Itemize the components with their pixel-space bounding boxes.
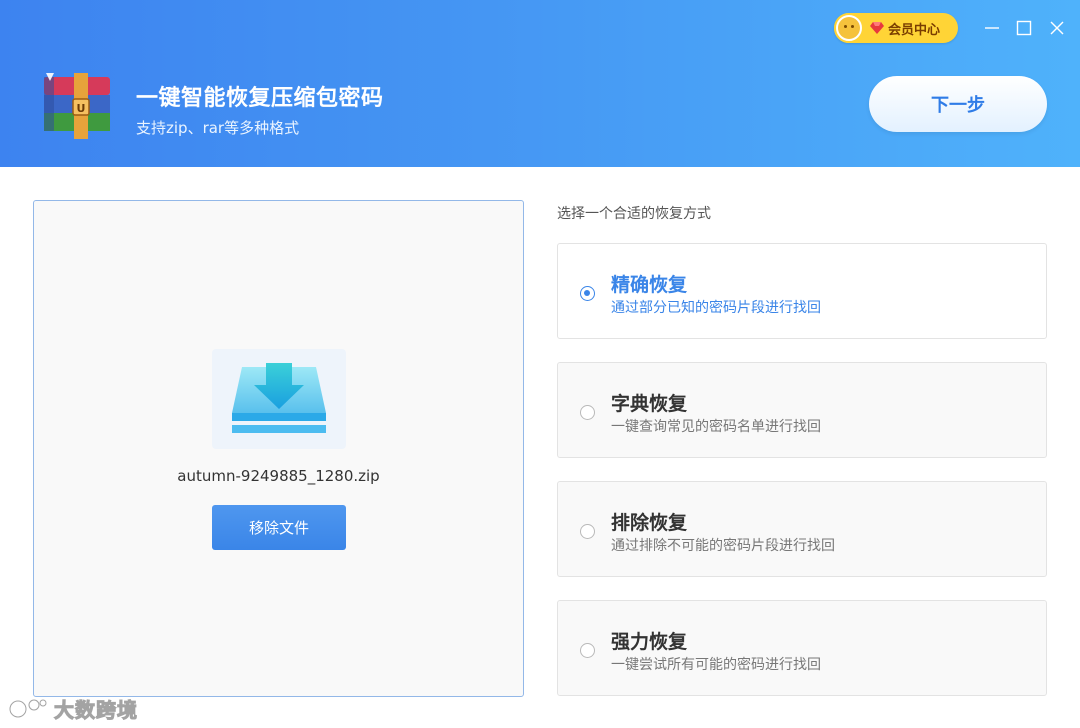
close-icon [1050,21,1064,35]
close-button[interactable] [1043,14,1071,42]
options-title: 选择一个合适的恢复方式 [557,206,711,222]
minimize-icon [985,27,999,29]
svg-text:U: U [77,102,86,115]
option-title: 排除恢复 [611,512,688,534]
gem-icon [870,22,884,34]
vip-center-button[interactable]: 会员中心 [834,13,958,43]
option-description: 通过排除不可能的密码片段进行找回 [611,538,835,554]
winrar-logo-icon: U [44,73,110,139]
upload-tray-icon [212,349,346,449]
watermark: 大数跨境 [8,694,138,723]
option-description: 一键尝试所有可能的密码进行找回 [611,657,821,673]
app-subtitle: 支持zip、rar等多种格式 [136,119,300,137]
option-precise-recovery[interactable]: 精确恢复 通过部分已知的密码片段进行找回 [557,243,1047,339]
minimize-button[interactable] [978,14,1006,42]
avatar-icon [834,13,864,43]
radio-icon[interactable] [580,524,595,539]
option-description: 一键查询常见的密码名单进行找回 [611,419,821,435]
option-description: 通过部分已知的密码片段进行找回 [611,300,821,316]
option-exclusion-recovery[interactable]: 排除恢复 通过排除不可能的密码片段进行找回 [557,481,1047,577]
app-header: U 一键智能恢复压缩包密码 支持zip、rar等多种格式 会员中心 下一步 [0,0,1080,167]
brand-logo-icon [8,698,47,718]
option-brute-force-recovery[interactable]: 强力恢复 一键尝试所有可能的密码进行找回 [557,600,1047,696]
vip-center-label: 会员中心 [888,22,941,38]
option-title: 字典恢复 [611,393,688,415]
maximize-icon [1016,20,1032,36]
option-dictionary-recovery[interactable]: 字典恢复 一键查询常见的密码名单进行找回 [557,362,1047,458]
maximize-button[interactable] [1010,14,1038,42]
option-title: 精确恢复 [611,274,688,296]
file-name: autumn-9249885_1280.zip [177,467,380,485]
file-drop-panel[interactable]: autumn-9249885_1280.zip 移除文件 [33,200,524,697]
radio-icon[interactable] [580,405,595,420]
remove-file-button[interactable]: 移除文件 [212,505,346,550]
app-title: 一键智能恢复压缩包密码 [136,86,384,111]
next-step-button[interactable]: 下一步 [869,76,1047,132]
watermark-text: 大数跨境 [54,698,138,723]
option-title: 强力恢复 [611,631,688,653]
radio-icon[interactable] [580,643,595,658]
radio-icon[interactable] [580,286,595,301]
